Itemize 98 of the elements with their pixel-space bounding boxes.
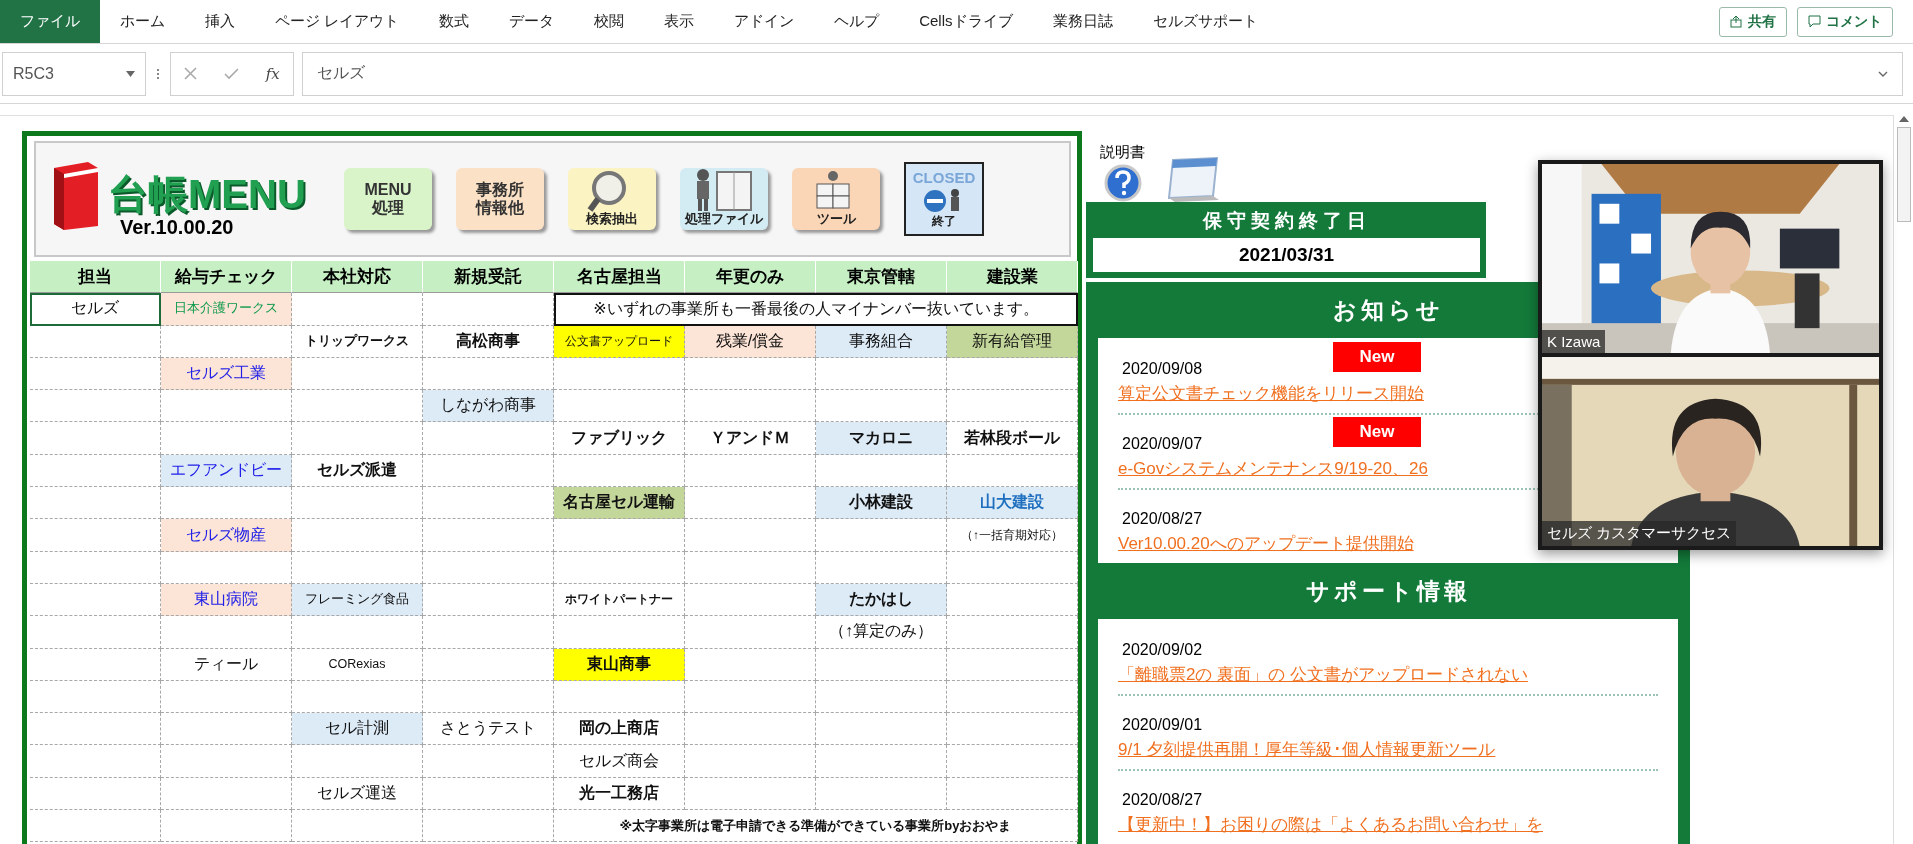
column-header: 本社対応 xyxy=(292,261,423,294)
table-cell: （↑算定のみ） xyxy=(816,616,947,649)
menu-button[interactable]: MENU 処理 xyxy=(344,168,432,230)
ribbon-tab[interactable]: Cellsドライブ xyxy=(899,0,1033,43)
table-cell: セル計測 xyxy=(292,713,423,746)
table-cell: 事務組合 xyxy=(816,325,947,358)
table-cell: セルズ工業 xyxy=(161,357,292,391)
ribbon-tab[interactable]: ファイル xyxy=(0,0,100,43)
menu-button[interactable]: 処理ファイル xyxy=(680,168,768,230)
table-cell: マカロニ xyxy=(816,422,947,455)
column-header: 給与チェック xyxy=(161,261,292,294)
table-cell: 東山商事 xyxy=(554,648,685,681)
cancel-icon[interactable] xyxy=(184,67,198,80)
table-cell: ＹアンドＭ xyxy=(685,422,816,455)
contract-title: 保守契約終了日 xyxy=(1202,209,1371,233)
support-date: 2020/09/02 xyxy=(1121,641,1204,659)
table-cell: CORexias xyxy=(292,648,423,681)
participant-name: セルズ カスタマーサクセス xyxy=(1542,521,1737,546)
table-cell: ※いずれの事業所も一番最後の人マイナンバー抜いています。 xyxy=(554,293,1078,326)
calendar-icon[interactable] xyxy=(1167,156,1221,202)
table-cell: セルズ派遣 xyxy=(292,454,423,488)
ribbon-tab[interactable]: 校閲 xyxy=(574,0,645,43)
table-cell: 若林段ボール xyxy=(947,422,1078,455)
notice-date: 2020/09/08 xyxy=(1121,360,1204,378)
share-icon xyxy=(1730,15,1743,28)
table-cell: 高松商事 xyxy=(423,325,554,358)
comment-button[interactable]: コメント xyxy=(1797,6,1893,37)
table-cell: エフアンドビー xyxy=(161,454,292,488)
menu-button[interactable]: 検索抽出 xyxy=(568,168,656,230)
table-cell: ホワイトパートナー xyxy=(554,583,685,617)
close-button[interactable]: CLOSED 終了 xyxy=(904,162,984,236)
table-cell: 岡の上商店 xyxy=(554,713,685,746)
table-cell: セルズ物産 xyxy=(161,519,292,552)
new-badge: New xyxy=(1333,417,1421,447)
ribbon-tab[interactable]: 挿入 xyxy=(185,0,255,43)
function-button[interactable]: fx xyxy=(265,64,280,83)
scroll-up-icon[interactable] xyxy=(1898,115,1909,123)
contract-date: 2021/03/31 xyxy=(1093,238,1480,272)
table-cell: フレーミング食品 xyxy=(292,583,423,617)
ribbon-tab[interactable]: データ xyxy=(489,0,575,43)
table-cell: セルズ xyxy=(30,293,161,326)
table-cell: 新有給管理 xyxy=(947,325,1078,358)
ribbon-tab[interactable]: セルズサポート xyxy=(1132,0,1278,43)
table-cell: 日本介護ワークス xyxy=(161,293,292,326)
ribbon-tab[interactable]: ホーム xyxy=(100,0,185,43)
notice-date: 2020/09/07 xyxy=(1121,435,1204,453)
ribbon-tab[interactable]: 表示 xyxy=(644,0,715,43)
table-cell: 残業/償金 xyxy=(685,325,816,358)
column-header: 建設業 xyxy=(947,261,1078,294)
table-cell: 光一工務店 xyxy=(554,777,685,811)
check-icon[interactable] xyxy=(224,67,239,80)
caret-icon xyxy=(126,70,135,77)
app-title: 台帳MENU xyxy=(108,171,306,218)
chevron-icon xyxy=(1878,70,1888,77)
table-cell: トリップワークス xyxy=(292,325,423,358)
table-cell: 公文書アップロード xyxy=(554,325,685,358)
table-cell: ティール xyxy=(161,648,292,681)
support-date: 2020/09/01 xyxy=(1121,716,1204,734)
table-cell: さとうテスト xyxy=(423,713,554,746)
column-header: 名古屋担当 xyxy=(554,261,685,294)
table-cell: ファブリック xyxy=(554,422,685,455)
table-cell: （↑一括育期対応） xyxy=(947,519,1078,552)
scroll-thumb[interactable] xyxy=(1896,127,1911,222)
comment-icon xyxy=(1808,15,1821,28)
manual-label: 説明書 xyxy=(1100,143,1145,162)
table-cell: 山大建設 xyxy=(947,487,1078,520)
column-header: 年更のみ xyxy=(685,261,816,294)
new-badge: New xyxy=(1333,342,1421,372)
menu-button[interactable]: 事務所 情報他 xyxy=(456,168,544,230)
table-cell: しながわ商事 xyxy=(423,390,554,423)
ribbon-tab[interactable]: 数式 xyxy=(419,0,490,43)
column-header: 東京管轄 xyxy=(816,261,947,294)
support-date: 2020/08/27 xyxy=(1121,791,1204,809)
table-cell: 小林建設 xyxy=(816,487,947,520)
help-icon[interactable] xyxy=(1103,164,1142,202)
support-title: サポート情報 xyxy=(1305,576,1471,606)
ribbon-tab[interactable]: ヘルプ xyxy=(814,0,900,43)
notices-title: お知らせ xyxy=(1332,295,1444,325)
table-cell: セルズ商会 xyxy=(554,745,685,778)
table-cell: ※太字事業所は電子申請できる準備ができている事業所byおおやま xyxy=(554,810,1078,843)
version-label: Ver.10.00.20 xyxy=(120,215,234,239)
menu-button[interactable]: ツール xyxy=(792,168,880,230)
ribbon-tab[interactable]: アドイン xyxy=(714,0,815,43)
formula-field[interactable]: セルズ xyxy=(302,51,1903,96)
column-header: 担当 xyxy=(30,261,161,294)
ribbon-tab[interactable]: 業務日誌 xyxy=(1032,0,1133,43)
table-cell: 東山病院 xyxy=(161,583,292,617)
table-cell: たかはし xyxy=(816,583,947,617)
more-icon xyxy=(154,68,162,79)
notice-date: 2020/08/27 xyxy=(1121,510,1204,528)
participant-name: K Izawa xyxy=(1542,330,1606,353)
table-cell: 名古屋セル運輸 xyxy=(554,487,685,520)
scrollbar[interactable] xyxy=(1893,115,1913,844)
column-header: 新規受託 xyxy=(423,261,554,294)
table-cell: セルズ運送 xyxy=(292,777,423,811)
share-button[interactable]: 共有 xyxy=(1719,6,1787,37)
ribbon-tab[interactable]: ページ レイアウト xyxy=(255,0,420,43)
name-box[interactable]: R5C3 xyxy=(2,51,146,96)
